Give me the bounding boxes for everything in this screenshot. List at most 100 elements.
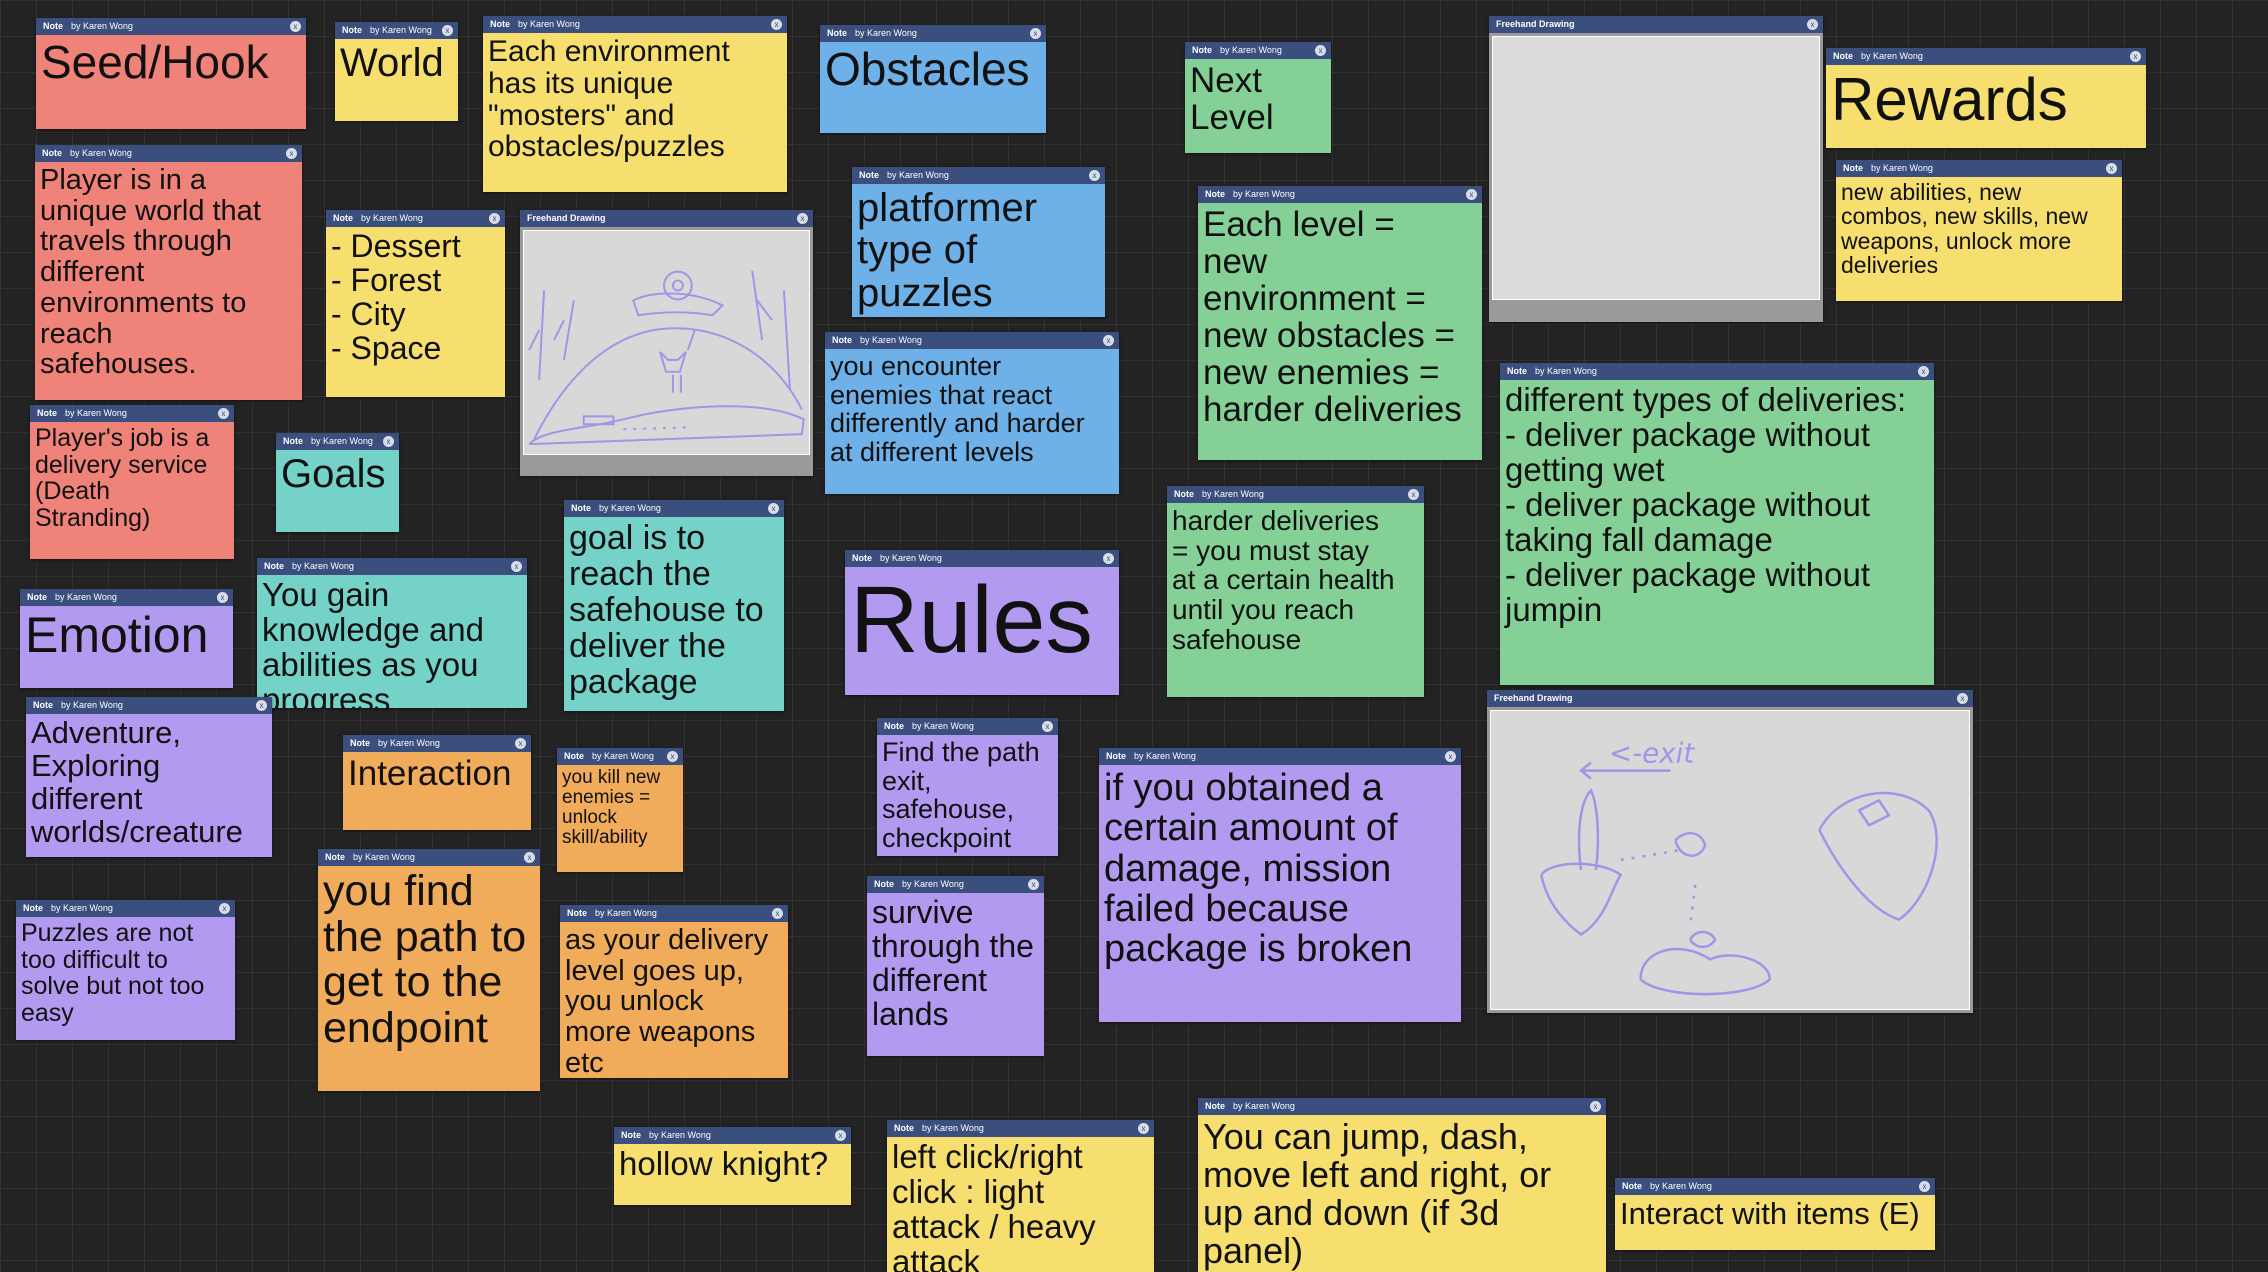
note-header[interactable]: Note by Karen Wong x bbox=[35, 145, 302, 162]
note-text[interactable]: Each environment has its unique "mosters… bbox=[483, 33, 787, 163]
freehand-drawing-world-sketch[interactable]: Freehand Drawing x bbox=[520, 210, 813, 476]
freehand-drawing-blank[interactable]: Freehand Drawing x bbox=[1489, 16, 1823, 322]
note-harder-deliveries[interactable]: Note by Karen Wong x harder deliveries = y… bbox=[1167, 486, 1424, 697]
note-rules[interactable]: Note by Karen Wong x Rules bbox=[845, 550, 1119, 695]
note-header[interactable]: Note by Karen Wong x bbox=[557, 748, 683, 765]
note-header[interactable]: Note by Karen Wong x bbox=[1167, 486, 1424, 503]
close-icon[interactable]: x bbox=[2130, 51, 2141, 62]
note-header[interactable]: Note by Karen Wong x bbox=[564, 500, 784, 517]
note-delivery-types[interactable]: Note by Karen Wong x different types of de… bbox=[1500, 363, 1934, 685]
note-text[interactable]: you kill new enemies = unlock skill/abil… bbox=[557, 765, 683, 849]
drawing-canvas[interactable] bbox=[1492, 36, 1820, 300]
note-header[interactable]: Note by Karen Wong x bbox=[820, 25, 1046, 42]
drawing-canvas[interactable] bbox=[523, 230, 810, 455]
close-icon[interactable]: x bbox=[442, 25, 453, 36]
note-delivery-level[interactable]: Note by Karen Wong x as your delivery leve… bbox=[560, 905, 788, 1078]
note-text[interactable]: Player is in a unique world that travels… bbox=[35, 162, 302, 380]
note-environment[interactable]: Note by Karen Wong x Each environment has … bbox=[483, 16, 787, 192]
note-header[interactable]: Note by Karen Wong x bbox=[326, 210, 505, 227]
note-text[interactable]: you encounter enemies that react differe… bbox=[825, 349, 1119, 467]
close-icon[interactable]: x bbox=[290, 21, 301, 32]
close-icon[interactable]: x bbox=[1103, 335, 1114, 346]
note-header[interactable]: Note by Karen Wong x bbox=[1500, 363, 1934, 380]
note-text[interactable]: as your delivery level goes up, you unlo… bbox=[560, 922, 788, 1078]
note-hollow-knight[interactable]: Note by Karen Wong x hollow knight? bbox=[614, 1127, 851, 1205]
close-icon[interactable]: x bbox=[218, 408, 229, 419]
note-header[interactable]: Note by Karen Wong x bbox=[36, 18, 306, 35]
note-goals[interactable]: Note by Karen Wong x Goals bbox=[276, 433, 399, 532]
note-obstacles[interactable]: Note by Karen Wong x Obstacles bbox=[820, 25, 1046, 133]
close-icon[interactable]: x bbox=[1315, 45, 1326, 56]
note-interact-items[interactable]: Note by Karen Wong x Interact with items (… bbox=[1615, 1178, 1935, 1250]
note-header[interactable]: Note by Karen Wong x bbox=[1185, 42, 1331, 59]
close-icon[interactable]: x bbox=[1957, 693, 1968, 704]
note-text[interactable]: hollow knight? bbox=[614, 1144, 851, 1182]
note-header[interactable]: Note by Karen Wong x bbox=[614, 1127, 851, 1144]
note-text[interactable]: Rewards bbox=[1826, 65, 2146, 132]
close-icon[interactable]: x bbox=[1807, 19, 1818, 30]
note-text[interactable]: harder deliveries = you must stay at a c… bbox=[1167, 503, 1424, 654]
close-icon[interactable]: x bbox=[511, 561, 522, 572]
close-icon[interactable]: x bbox=[524, 852, 535, 863]
note-header[interactable]: Note by Karen Wong x bbox=[1615, 1178, 1935, 1195]
note-text[interactable]: Interaction bbox=[343, 752, 531, 792]
note-next-level[interactable]: Note by Karen Wong x Next Level bbox=[1185, 42, 1331, 153]
close-icon[interactable]: x bbox=[1466, 189, 1477, 200]
note-gain-knowledge[interactable]: Note by Karen Wong x You gain knowledge an… bbox=[257, 558, 527, 708]
close-icon[interactable]: x bbox=[1138, 1123, 1149, 1134]
note-text[interactable]: Find the path exit, safehouse, checkpoin… bbox=[877, 735, 1058, 853]
note-text[interactable]: Goals bbox=[276, 450, 399, 496]
close-icon[interactable]: x bbox=[286, 148, 297, 159]
note-header[interactable]: Note by Karen Wong x bbox=[877, 718, 1058, 735]
close-icon[interactable]: x bbox=[771, 19, 782, 30]
note-text[interactable]: Next Level bbox=[1185, 59, 1331, 136]
note-header[interactable]: Note by Karen Wong x bbox=[887, 1120, 1154, 1137]
note-platformer[interactable]: Note by Karen Wong x platformer type of pu… bbox=[852, 167, 1105, 317]
note-find-path[interactable]: Note by Karen Wong x Find the path exit, s… bbox=[877, 718, 1058, 856]
note-header[interactable]: Note by Karen Wong x bbox=[30, 405, 234, 422]
note-text[interactable]: you find the path to get to the endpoint bbox=[318, 866, 540, 1051]
drawing-header[interactable]: Freehand Drawing x bbox=[520, 210, 813, 227]
note-text[interactable]: - Dessert - Forest - City - Space bbox=[326, 227, 505, 366]
close-icon[interactable]: x bbox=[835, 1130, 846, 1141]
close-icon[interactable]: x bbox=[1590, 1101, 1601, 1112]
note-rewards[interactable]: Note by Karen Wong x Rewards bbox=[1826, 48, 2146, 148]
close-icon[interactable]: x bbox=[1030, 28, 1041, 39]
note-text[interactable]: goal is to reach the safehouse to delive… bbox=[564, 517, 784, 700]
note-header[interactable]: Note by Karen Wong x bbox=[560, 905, 788, 922]
close-icon[interactable]: x bbox=[383, 436, 394, 447]
note-text[interactable]: World bbox=[335, 39, 458, 85]
note-interaction[interactable]: Note by Karen Wong x Interaction bbox=[343, 735, 531, 830]
note-each-level[interactable]: Note by Karen Wong x Each level = new envi… bbox=[1198, 186, 1482, 460]
note-header[interactable]: Note by Karen Wong x bbox=[318, 849, 540, 866]
note-text[interactable]: Each level = new environment = new obsta… bbox=[1198, 203, 1482, 429]
note-controls-click[interactable]: Note by Karen Wong x left click/right clic… bbox=[887, 1120, 1154, 1272]
note-text[interactable]: Puzzles are not too difficult to solve b… bbox=[16, 917, 235, 1026]
close-icon[interactable]: x bbox=[1445, 751, 1456, 762]
note-header[interactable]: Note by Karen Wong x bbox=[16, 900, 235, 917]
close-icon[interactable]: x bbox=[256, 700, 267, 711]
freehand-drawing-exit-sketch[interactable]: Freehand Drawing x <-exit bbox=[1487, 690, 1973, 1013]
close-icon[interactable]: x bbox=[667, 751, 678, 762]
note-text[interactable]: Adventure, Exploring different worlds/cr… bbox=[26, 714, 272, 848]
note-text[interactable]: Rules bbox=[845, 567, 1119, 671]
close-icon[interactable]: x bbox=[2106, 163, 2117, 174]
close-icon[interactable]: x bbox=[217, 592, 228, 603]
note-text[interactable]: different types of deliveries: - deliver… bbox=[1500, 380, 1934, 628]
note-text[interactable]: platformer type of puzzles bbox=[852, 184, 1105, 314]
note-movement[interactable]: Note by Karen Wong x You can jump, dash, m… bbox=[1198, 1098, 1606, 1272]
note-header[interactable]: Note by Karen Wong x bbox=[1198, 1098, 1606, 1115]
close-icon[interactable]: x bbox=[797, 213, 808, 224]
note-new-abilities[interactable]: Note by Karen Wong x new abilities, new co… bbox=[1836, 160, 2122, 301]
note-emotion[interactable]: Note by Karen Wong x Emotion bbox=[20, 589, 233, 688]
note-text[interactable]: Emotion bbox=[20, 606, 233, 662]
note-text[interactable]: Interact with items (E) bbox=[1615, 1195, 1935, 1231]
note-text[interactable]: Obstacles bbox=[820, 42, 1046, 94]
close-icon[interactable]: x bbox=[219, 903, 230, 914]
note-header[interactable]: Note by Karen Wong x bbox=[257, 558, 527, 575]
note-goal-reach[interactable]: Note by Karen Wong x goal is to reach the … bbox=[564, 500, 784, 711]
note-player-world[interactable]: Note by Karen Wong x Player is in a unique… bbox=[35, 145, 302, 400]
note-text[interactable]: if you obtained a certain amount of dama… bbox=[1099, 765, 1461, 969]
note-text[interactable]: survive through the different lands bbox=[867, 893, 1044, 1032]
close-icon[interactable]: x bbox=[1089, 170, 1100, 181]
